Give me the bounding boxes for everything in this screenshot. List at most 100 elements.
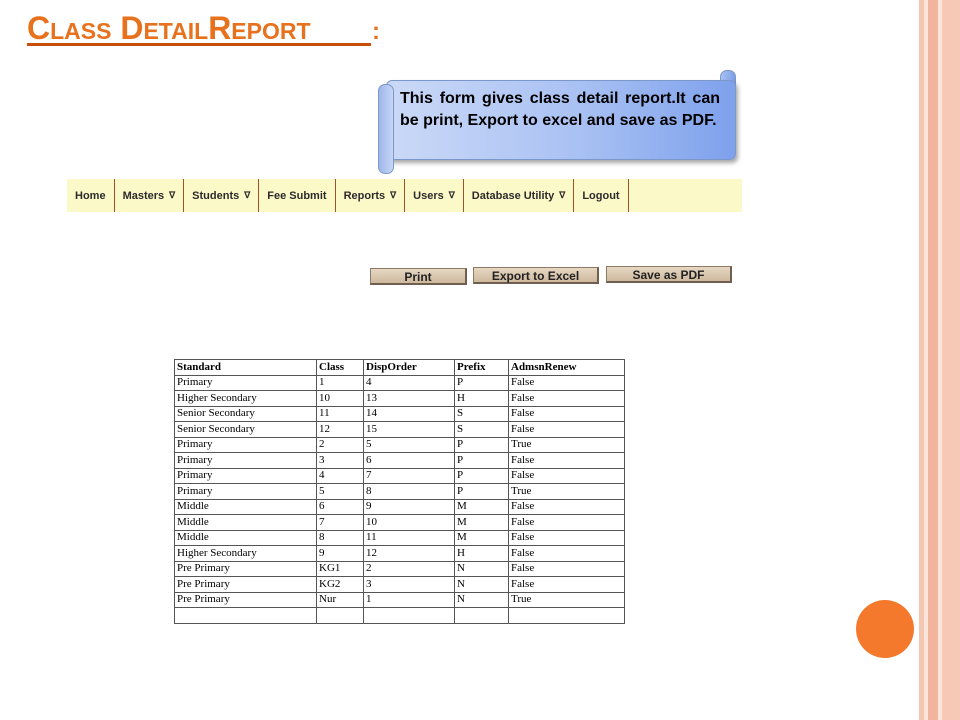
menu-item-students[interactable]: Students ∇ bbox=[184, 179, 260, 212]
column-header: Class bbox=[316, 359, 364, 376]
table-cell bbox=[454, 607, 509, 624]
table-cell: KG1 bbox=[316, 560, 364, 577]
table-row bbox=[174, 607, 625, 624]
table-cell: Primary bbox=[174, 483, 317, 500]
table-cell: False bbox=[508, 576, 625, 593]
table-cell: 8 bbox=[363, 483, 455, 500]
table-cell: False bbox=[508, 529, 625, 546]
decorative-stripes bbox=[919, 0, 960, 720]
table-row: Senior Secondary 11 14 S False bbox=[174, 405, 625, 422]
table-cell: 4 bbox=[363, 374, 455, 391]
table-cell: 9 bbox=[363, 498, 455, 515]
table-cell: 4 bbox=[316, 467, 364, 484]
table-cell: 6 bbox=[363, 452, 455, 469]
table-cell: False bbox=[508, 467, 625, 484]
table-cell: 1 bbox=[316, 374, 364, 391]
table-row: Pre Primary KG2 3 N False bbox=[174, 576, 625, 593]
table-cell: False bbox=[508, 421, 625, 438]
table-cell: 6 bbox=[316, 498, 364, 515]
title-letter: C bbox=[27, 10, 51, 46]
table-cell: H bbox=[454, 545, 509, 562]
decorative-circle bbox=[856, 600, 914, 658]
table-header-row: Standard Class DispOrder Prefix AdmsnRenew bbox=[174, 359, 625, 376]
table-cell: 3 bbox=[316, 452, 364, 469]
menu-item-label: Home bbox=[75, 189, 106, 202]
table-cell: 10 bbox=[363, 514, 455, 531]
table-cell: Primary bbox=[174, 467, 317, 484]
table-row: Primary 1 4 P False bbox=[174, 374, 625, 391]
menu-item-users[interactable]: Users ∇ bbox=[405, 179, 464, 212]
table-cell: 10 bbox=[316, 390, 364, 407]
table-cell: Primary bbox=[174, 436, 317, 453]
table-cell: Primary bbox=[174, 452, 317, 469]
table-cell: Higher Secondary bbox=[174, 545, 317, 562]
table-cell: H bbox=[454, 390, 509, 407]
print-button[interactable]: Print bbox=[370, 268, 467, 285]
menu-item-masters[interactable]: Masters ∇ bbox=[115, 179, 185, 212]
table-cell: N bbox=[454, 576, 509, 593]
menu-item-label: Fee Submit bbox=[267, 189, 327, 202]
menu-item-label: Users bbox=[413, 189, 444, 202]
table-cell: P bbox=[454, 467, 509, 484]
table-cell: N bbox=[454, 591, 509, 608]
table-cell: Nur bbox=[316, 591, 364, 608]
title-letter: R bbox=[208, 10, 232, 46]
table-cell: 7 bbox=[363, 467, 455, 484]
menu-item-label: Masters bbox=[122, 189, 165, 202]
menu-item-database-utility[interactable]: Database Utility ∇ bbox=[464, 179, 575, 212]
table-cell: 2 bbox=[316, 436, 364, 453]
table-cell: Pre Primary bbox=[174, 591, 317, 608]
menu-item-logout[interactable]: Logout bbox=[574, 179, 629, 212]
table-cell bbox=[363, 607, 455, 624]
column-header: Prefix bbox=[454, 359, 509, 376]
table-row: Middle 6 9 M False bbox=[174, 498, 625, 515]
menu-item-reports[interactable]: Reports ∇ bbox=[336, 179, 406, 212]
table-cell: Higher Secondary bbox=[174, 390, 317, 407]
table-cell: P bbox=[454, 374, 509, 391]
table-cell: False bbox=[508, 405, 625, 422]
table-cell: 12 bbox=[316, 421, 364, 438]
table-row: Higher Secondary 10 13 H False bbox=[174, 390, 625, 407]
menu-item-home[interactable]: Home bbox=[67, 179, 115, 212]
table-cell: 5 bbox=[363, 436, 455, 453]
table-cell: 8 bbox=[316, 529, 364, 546]
dropdown-arrow-icon: ∇ bbox=[448, 190, 455, 200]
navigation-menu: Home Masters ∇ Students ∇ Fee Submit Reports ∇ U… bbox=[67, 179, 742, 212]
table-cell: True bbox=[508, 483, 625, 500]
table-cell: False bbox=[508, 560, 625, 577]
table-cell: N bbox=[454, 560, 509, 577]
class-detail-table: Standard Class DispOrder Prefix AdmsnRenew P… bbox=[174, 359, 625, 624]
save-pdf-button[interactable]: Save as PDF bbox=[606, 266, 732, 283]
dropdown-arrow-icon: ∇ bbox=[244, 190, 251, 200]
table-cell: S bbox=[454, 405, 509, 422]
table-cell bbox=[508, 607, 625, 624]
export-excel-button[interactable]: Export to Excel bbox=[473, 267, 599, 284]
table-cell: 11 bbox=[363, 529, 455, 546]
table-cell: Middle bbox=[174, 514, 317, 531]
table-cell: False bbox=[508, 452, 625, 469]
table-row: Middle 7 10 M False bbox=[174, 514, 625, 531]
table-cell: False bbox=[508, 374, 625, 391]
table-row: Primary 2 5 P True bbox=[174, 436, 625, 453]
callout-scroll: This form gives class detail report.It c… bbox=[378, 70, 736, 174]
callout-text: This form gives class detail report.It c… bbox=[400, 90, 720, 129]
table-cell: 14 bbox=[363, 405, 455, 422]
dropdown-arrow-icon: ∇ bbox=[390, 190, 397, 200]
table-cell: False bbox=[508, 514, 625, 531]
menu-item-fee-submit[interactable]: Fee Submit bbox=[259, 179, 336, 212]
table-cell: False bbox=[508, 545, 625, 562]
table-cell bbox=[174, 607, 317, 624]
table-cell: M bbox=[454, 498, 509, 515]
table-row: Pre Primary KG1 2 N False bbox=[174, 560, 625, 577]
table-cell: KG2 bbox=[316, 576, 364, 593]
table-cell: 1 bbox=[363, 591, 455, 608]
table-cell: 13 bbox=[363, 390, 455, 407]
table-cell bbox=[316, 607, 364, 624]
table-cell: 9 bbox=[316, 545, 364, 562]
table-cell: M bbox=[454, 529, 509, 546]
title-colon: : bbox=[372, 18, 380, 45]
table-cell: True bbox=[508, 436, 625, 453]
table-cell: S bbox=[454, 421, 509, 438]
table-row: Primary 5 8 P True bbox=[174, 483, 625, 500]
table-cell: 11 bbox=[316, 405, 364, 422]
